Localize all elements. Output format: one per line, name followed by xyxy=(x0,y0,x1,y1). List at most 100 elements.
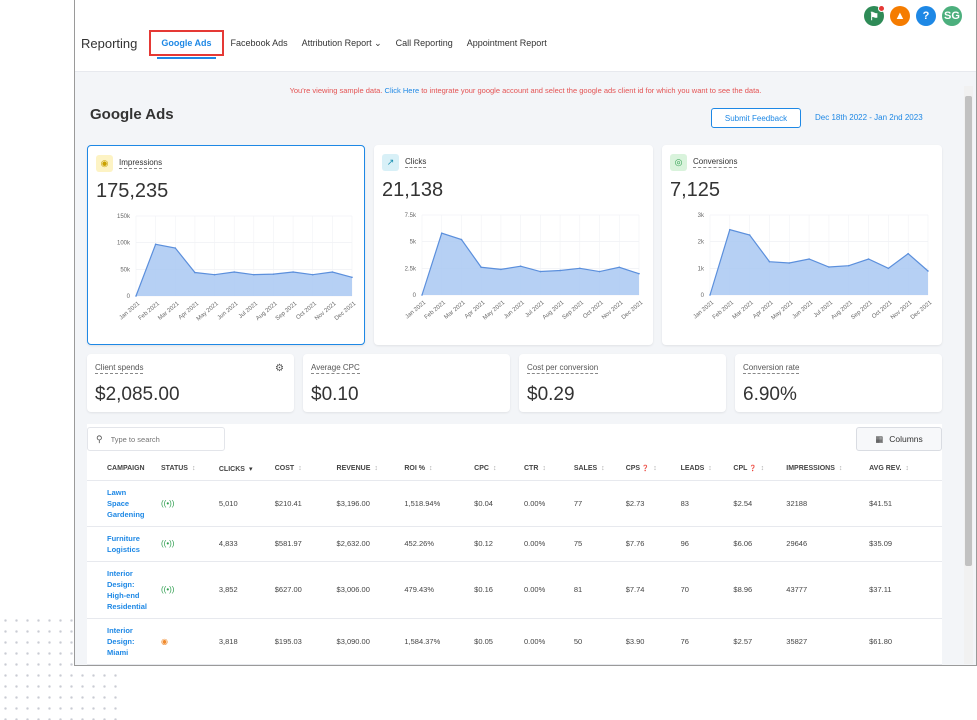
active-status-icon[interactable]: ((•)) xyxy=(161,585,174,594)
click-here-link[interactable]: Click Here xyxy=(385,86,420,95)
megaphone-icon-glyph: ⚑ xyxy=(869,10,879,23)
cell-sales: 75 xyxy=(573,526,626,562)
table-row[interactable]: Lawn Space Gardening ((•)) 5,010 $210.41 $3,… xyxy=(87,480,942,527)
stat-card-conversion-rate: Conversion rate 6.90% xyxy=(735,354,942,412)
metric-card-clicks[interactable]: ↗ Clicks 21,138 7.5k 5k 2.5k 0 Jan 2021 Feb 20… xyxy=(374,145,653,345)
data-point xyxy=(559,269,561,272)
help-icon[interactable]: ? xyxy=(916,6,936,26)
column-header-clicks[interactable]: CLICKS ▾ xyxy=(218,458,275,481)
tab-attribution-report[interactable]: Attribution Report ⌄ xyxy=(295,30,389,56)
sort-icon[interactable]: ↕ xyxy=(374,465,378,472)
columns-button[interactable]: ▦ Columns xyxy=(856,427,942,451)
cell-sales: 81 xyxy=(573,561,626,619)
column-header-campaign[interactable]: CAMPAIGN xyxy=(87,458,162,481)
data-point xyxy=(480,266,482,269)
column-header-sales[interactable]: SALES ↕ xyxy=(573,458,626,481)
active-status-icon[interactable]: ((•)) xyxy=(161,539,174,548)
data-point xyxy=(421,294,423,296)
sort-icon[interactable]: ↕ xyxy=(653,465,657,472)
eye-icon: ◉ xyxy=(96,155,113,172)
date-range-picker[interactable]: Dec 18th 2022 - Jan 2nd 2023 xyxy=(815,113,923,122)
megaphone-icon[interactable]: ⚑ xyxy=(864,5,885,26)
metric-label: Impressions xyxy=(119,158,163,169)
header-label: LEADS xyxy=(680,465,705,473)
column-header-cpc[interactable]: CPC ↕ xyxy=(474,458,524,481)
cell-roi: 1,518.94% xyxy=(404,480,475,527)
y-tick-label: 7.5k xyxy=(405,213,417,219)
sort-icon[interactable]: ↕ xyxy=(839,465,843,472)
sort-icon[interactable]: ↕ xyxy=(542,465,546,472)
campaign-link[interactable]: Interior Design: High-end Residential xyxy=(87,561,162,619)
cell-cost: $627.00 xyxy=(274,561,337,619)
gear-icon[interactable]: ⚙ xyxy=(275,363,284,374)
active-status-icon[interactable]: ((•)) xyxy=(161,499,174,508)
vertical-scrollbar[interactable] xyxy=(964,86,973,664)
cursor-click-icon: ↗ xyxy=(382,154,399,171)
table-row[interactable]: Interior Design: High-end Residential ((•… xyxy=(87,561,942,619)
table-row[interactable]: Furniture Logistics ((•)) 4,833 $581.97 $2,6… xyxy=(87,526,942,562)
tab-call-reporting[interactable]: Call Reporting xyxy=(389,30,460,56)
cell-cost: $581.97 xyxy=(274,526,337,562)
data-point xyxy=(907,252,909,255)
sort-icon[interactable]: ↕ xyxy=(905,465,909,472)
stat-value: 6.90% xyxy=(743,384,797,405)
stat-value: $0.10 xyxy=(311,384,359,405)
cell-avg-rev: $61.80 xyxy=(869,618,942,665)
column-header-cpl[interactable]: CPL ❓ ↕ xyxy=(733,458,787,481)
metric-card-impressions[interactable]: ◉ Impressions 175,235 150k 100k 50k 0 Jan 202… xyxy=(87,145,365,345)
app-window: ⚑ ▲? SG Reporting Google Ads Facebook Ads … xyxy=(74,0,977,666)
info-icon[interactable]: ❓ xyxy=(640,466,649,472)
search-input[interactable] xyxy=(110,434,211,444)
cell-roi: 452.26% xyxy=(404,526,475,562)
data-point xyxy=(253,273,255,276)
cell-cpl: $2.54 xyxy=(733,480,787,527)
scrollbar-thumb[interactable] xyxy=(965,96,972,566)
cell-revenue: $3,006.00 xyxy=(336,561,405,619)
conversions-chart: 3k2k1k0Jan 2021Feb 2021Mar 2021Apr 2021M… xyxy=(693,213,934,322)
cell-avg-rev: $41.51 xyxy=(869,480,942,527)
info-icon[interactable]: ❓ xyxy=(747,466,756,472)
sort-icon[interactable]: ↕ xyxy=(429,465,433,472)
x-tick-label: Dec 2021 xyxy=(910,300,934,322)
y-tick-label: 1k xyxy=(698,266,705,272)
column-header-ctr[interactable]: CTR ↕ xyxy=(524,458,574,481)
sort-icon[interactable]: ↕ xyxy=(493,465,497,472)
sort-icon[interactable]: ↕ xyxy=(192,465,196,472)
data-point xyxy=(331,271,334,273)
tab-facebook-ads[interactable]: Facebook Ads xyxy=(224,30,295,56)
table-header-row: CAMPAIGN STATUS ↕ CLICKS ▾ COST ↕ REVENUE ↕ ROI %… xyxy=(87,458,942,481)
column-header-roi[interactable]: ROI % ↕ xyxy=(404,458,475,481)
table-search[interactable]: ⚲ xyxy=(87,427,225,451)
column-header-leads[interactable]: LEADS ↕ xyxy=(680,458,734,481)
sort-icon[interactable]: ↕ xyxy=(298,465,302,472)
tab-appointment-report[interactable]: Appointment Report xyxy=(460,30,554,56)
campaign-link[interactable]: Furniture Logistics xyxy=(87,526,162,562)
paused-status-icon[interactable]: ◉ xyxy=(161,637,168,646)
metric-value: 175,235 xyxy=(96,180,169,202)
sort-icon[interactable]: ▾ xyxy=(249,466,253,473)
cell-ctr: 0.00% xyxy=(524,480,574,527)
column-header-impressions[interactable]: IMPRESSIONS ↕ xyxy=(786,458,870,481)
sort-icon[interactable]: ↕ xyxy=(761,465,765,472)
metric-card-conversions[interactable]: ◎ Conversions 7,125 3k 2k 1k 0 Jan 2021 Feb 20… xyxy=(662,145,942,345)
tab-google-ads[interactable]: Google Ads xyxy=(149,30,224,59)
cell-revenue: $3,090.00 xyxy=(336,618,405,665)
metric-value: 21,138 xyxy=(382,179,444,201)
table-row[interactable]: Interior Design: Miami ◉ 3,818 $195.03 $3,09… xyxy=(87,618,942,665)
data-point xyxy=(867,258,870,260)
header-label: CLICKS xyxy=(218,465,245,473)
sort-icon[interactable]: ↕ xyxy=(708,465,712,472)
column-header-cps[interactable]: CPS ❓ ↕ xyxy=(625,458,681,481)
column-header-status[interactable]: STATUS ↕ xyxy=(161,458,219,481)
column-header-revenue[interactable]: REVENUE ↕ xyxy=(336,458,405,481)
bell-icon[interactable]: ▲ xyxy=(890,6,910,26)
campaign-link[interactable]: Lawn Space Gardening xyxy=(87,480,162,527)
user-avatar[interactable]: SG xyxy=(942,6,962,26)
column-header-avg-rev[interactable]: AVG REV. ↕ xyxy=(869,458,942,481)
submit-feedback-button[interactable]: Submit Feedback xyxy=(711,108,801,128)
column-header-cost[interactable]: COST ↕ xyxy=(274,458,337,481)
sort-icon[interactable]: ↕ xyxy=(601,465,605,472)
cell-clicks: 5,010 xyxy=(218,480,275,527)
notification-dot xyxy=(878,5,885,12)
campaign-link[interactable]: Interior Design: Miami xyxy=(87,618,162,665)
